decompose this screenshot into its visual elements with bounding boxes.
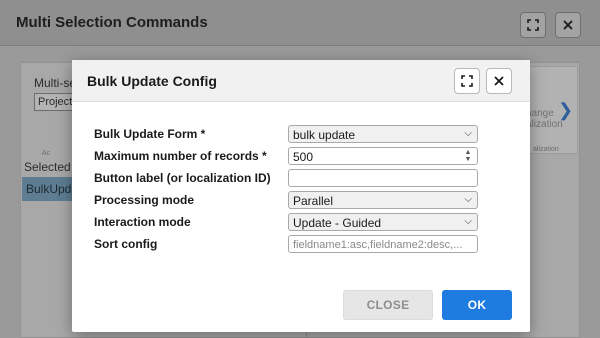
processing-mode-value: Parallel (293, 194, 334, 208)
chevron-down-icon: ⌵ (464, 128, 472, 139)
chevron-down-icon: ⌵ (464, 216, 472, 227)
close-icon (563, 20, 573, 30)
bulk-update-config-dialog: Bulk Update Config Bulk Update Form * bu… (72, 60, 530, 332)
background-card-tiny: alization (533, 146, 559, 153)
bulk-update-form-select[interactable]: bulk update ⌵ (288, 125, 478, 143)
list-item[interactable]: BulkUpda (22, 177, 78, 201)
chevron-right-icon[interactable]: ❯ (558, 100, 573, 121)
dialog-title: Bulk Update Config (87, 73, 217, 89)
button-label-label: Button label (or localization ID) (94, 171, 271, 185)
multi-select-label: Multi-se (34, 76, 77, 90)
bulk-update-form-value: bulk update (293, 128, 356, 142)
max-records-input[interactable]: 500 ▲ ▼ (288, 147, 478, 165)
spinner-icon[interactable]: ▲ ▼ (463, 149, 473, 163)
close-button[interactable]: CLOSE (343, 290, 433, 320)
sort-config-input[interactable]: fieldname1:asc,fieldname2:desc,... (288, 235, 478, 253)
dialog-close-button[interactable] (486, 68, 512, 94)
max-records-label: Maximum number of records * (94, 149, 267, 163)
max-records-value: 500 (293, 150, 314, 164)
background-expand-button[interactable] (520, 12, 546, 38)
sort-config-label: Sort config (94, 237, 158, 251)
processing-mode-label: Processing mode (94, 193, 195, 207)
expand-icon (527, 19, 539, 31)
ok-button[interactable]: OK (442, 290, 512, 320)
background-tiny-label: Ac (42, 150, 51, 157)
background-header: Multi Selection Commands (0, 0, 600, 46)
dialog-header: Bulk Update Config (72, 60, 530, 102)
chevron-down-icon: ⌵ (464, 194, 472, 205)
bulk-update-form-label: Bulk Update Form * (94, 127, 206, 141)
processing-mode-select[interactable]: Parallel ⌵ (288, 191, 478, 209)
expand-icon (461, 75, 473, 87)
interaction-mode-value: Update - Guided (293, 216, 382, 230)
dialog-expand-button[interactable] (454, 68, 480, 94)
close-icon (494, 76, 504, 86)
interaction-mode-label: Interaction mode (94, 215, 191, 229)
background-close-button[interactable] (555, 12, 581, 38)
interaction-mode-select[interactable]: Update - Guided ⌵ (288, 213, 478, 231)
button-label-input[interactable] (288, 169, 478, 187)
background-title: Multi Selection Commands (16, 14, 208, 31)
